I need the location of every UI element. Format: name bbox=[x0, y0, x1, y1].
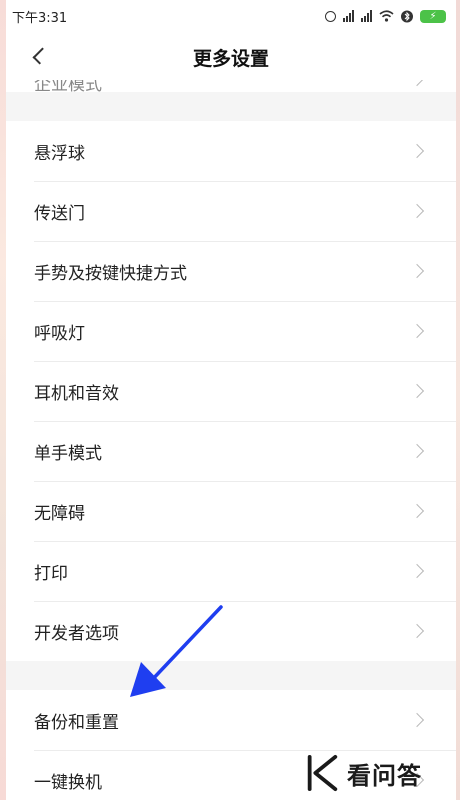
list-item-label: 一键换机 bbox=[34, 772, 102, 793]
list-item-backup-reset[interactable]: 备份和重置 bbox=[6, 690, 456, 750]
list-item-label: 单手模式 bbox=[34, 443, 102, 464]
chevron-right-icon bbox=[409, 143, 425, 159]
phone-screen: 下午3:31 ⚡ 更多设置 企业模式 悬浮球 传送门 手势及按键快捷方式 呼吸灯… bbox=[6, 0, 456, 800]
list-item[interactable]: 呼吸灯 bbox=[6, 301, 456, 361]
list-item[interactable]: 耳机和音效 bbox=[6, 361, 456, 421]
chevron-right-icon bbox=[409, 263, 425, 279]
list-item[interactable]: 无障碍 bbox=[6, 481, 456, 541]
annotation-arrow-icon bbox=[130, 605, 223, 697]
chevron-right-icon bbox=[409, 712, 425, 728]
list-item-label: 无障碍 bbox=[34, 503, 85, 524]
list-item-partial[interactable]: 企业模式 bbox=[6, 80, 456, 92]
list-item[interactable]: 传送门 bbox=[6, 181, 456, 241]
chevron-right-icon bbox=[409, 443, 425, 459]
list-item-label: 手势及按键快捷方式 bbox=[34, 263, 187, 284]
page-title: 更多设置 bbox=[192, 48, 269, 70]
chevron-right-icon bbox=[409, 503, 425, 519]
signal-icon bbox=[343, 10, 354, 22]
list-item-label: 悬浮球 bbox=[34, 143, 85, 164]
list-item-label: 传送门 bbox=[34, 203, 85, 224]
alarm-icon bbox=[325, 10, 336, 22]
list-item[interactable]: 单手模式 bbox=[6, 421, 456, 481]
status-bar: 下午3:31 ⚡ bbox=[6, 0, 456, 32]
list-item[interactable]: 打印 bbox=[6, 541, 456, 601]
chevron-right-icon bbox=[409, 563, 425, 579]
status-time: 下午3:31 bbox=[12, 10, 68, 26]
battery-charging-icon: ⚡ bbox=[420, 9, 446, 23]
chevron-right-icon bbox=[409, 383, 425, 399]
signal-icon-2 bbox=[361, 10, 372, 22]
section-gap bbox=[6, 92, 456, 121]
right-frame-edge bbox=[456, 0, 460, 800]
list-item-label: 呼吸灯 bbox=[34, 323, 85, 344]
chevron-right-icon bbox=[409, 80, 425, 87]
list-item-label: 备份和重置 bbox=[34, 712, 119, 733]
chevron-right-icon bbox=[409, 203, 425, 219]
bluetooth-icon bbox=[401, 10, 413, 22]
list-item[interactable]: 手势及按键快捷方式 bbox=[6, 241, 456, 301]
section-gap bbox=[6, 661, 456, 690]
chevron-right-icon bbox=[409, 323, 425, 339]
watermark: 看问答 bbox=[303, 754, 422, 792]
list-item[interactable]: 悬浮球 bbox=[6, 121, 456, 181]
settings-group-1: 悬浮球 传送门 手势及按键快捷方式 呼吸灯 耳机和音效 单手模式 无障碍 打印 … bbox=[6, 121, 456, 661]
header: 更多设置 bbox=[6, 32, 456, 80]
list-item-label: 企业模式 bbox=[34, 80, 102, 92]
list-item-label: 打印 bbox=[34, 563, 68, 584]
status-icons: ⚡ bbox=[325, 9, 446, 23]
chevron-right-icon bbox=[409, 623, 425, 639]
watermark-logo-icon bbox=[307, 754, 338, 792]
wifi-icon bbox=[379, 10, 394, 22]
list-item[interactable]: 开发者选项 bbox=[6, 601, 456, 661]
list-item-label: 开发者选项 bbox=[34, 623, 119, 644]
list-item-label: 耳机和音效 bbox=[34, 383, 119, 404]
watermark-text: 看问答 bbox=[347, 761, 422, 790]
